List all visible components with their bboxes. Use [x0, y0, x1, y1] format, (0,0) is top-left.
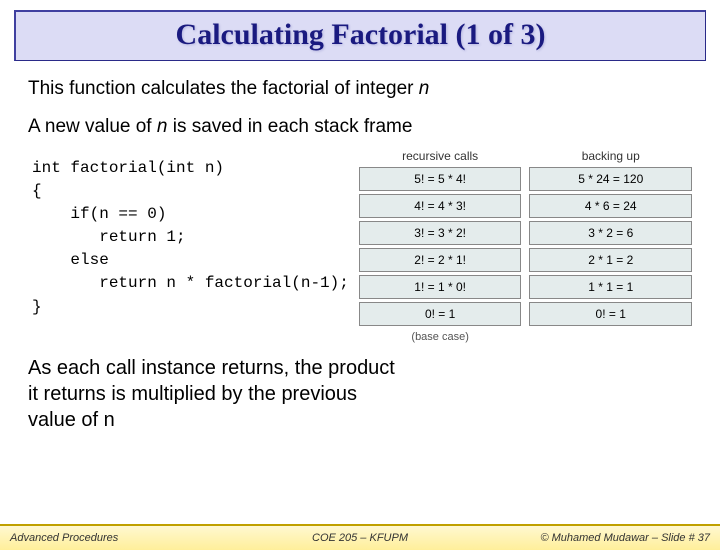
intro-line-1: This function calculates the factorial o… — [28, 77, 692, 101]
return-note: As each call instance returns, the produ… — [28, 355, 398, 433]
column-header: recursive calls — [359, 149, 522, 164]
cell: 5! = 5 * 4! — [359, 167, 522, 191]
cell: 2! = 2 * 1! — [359, 248, 522, 272]
base-case-label: (base case) — [359, 331, 522, 343]
text: A new value of — [28, 116, 157, 137]
cell: 0! = 1 — [529, 302, 692, 326]
cell: 2 * 1 = 2 — [529, 248, 692, 272]
cell: 4! = 4 * 3! — [359, 194, 522, 218]
slide-number: – Slide # 37 — [649, 532, 710, 544]
footer-left: Advanced Procedures — [10, 532, 118, 544]
slide-title: Calculating Factorial (1 of 3) — [16, 18, 705, 52]
intro-line-2: A new value of n is saved in each stack … — [28, 115, 692, 139]
text: is saved in each stack frame — [167, 116, 412, 137]
column-header: backing up — [529, 149, 692, 164]
footer-center: COE 205 – KFUPM — [312, 532, 408, 544]
var-n: n — [157, 116, 168, 137]
cell: 4 * 6 = 24 — [529, 194, 692, 218]
copyright: © Muhamed Mudawar — [540, 532, 648, 544]
cell: 1! = 1 * 0! — [359, 275, 522, 299]
cell: 0! = 1 — [359, 302, 522, 326]
cell: 3 * 2 = 6 — [529, 221, 692, 245]
cell: 1 * 1 = 1 — [529, 275, 692, 299]
cell: 3! = 3 * 2! — [359, 221, 522, 245]
title-bar: Calculating Factorial (1 of 3) — [14, 10, 706, 61]
recursive-calls-column: recursive calls 5! = 5 * 4! 4! = 4 * 3! … — [359, 149, 522, 343]
text: As each call instance returns, the produ… — [28, 357, 395, 431]
code-block: int factorial(int n) { if(n == 0) return… — [28, 153, 349, 319]
recursion-diagram: recursive calls 5! = 5 * 4! 4! = 4 * 3! … — [359, 149, 692, 343]
text: This function calculates the factorial o… — [28, 78, 419, 99]
cell: 5 * 24 = 120 — [529, 167, 692, 191]
footer: Advanced Procedures COE 205 – KFUPM © Mu… — [0, 524, 720, 550]
footer-right: © Muhamed Mudawar – Slide # 37 — [540, 532, 710, 544]
mid-row: int factorial(int n) { if(n == 0) return… — [28, 153, 692, 343]
var-n: n — [419, 78, 430, 99]
var-n: n — [104, 409, 115, 431]
slide-body: This function calculates the factorial o… — [0, 61, 720, 433]
backing-up-column: backing up 5 * 24 = 120 4 * 6 = 24 3 * 2… — [529, 149, 692, 343]
